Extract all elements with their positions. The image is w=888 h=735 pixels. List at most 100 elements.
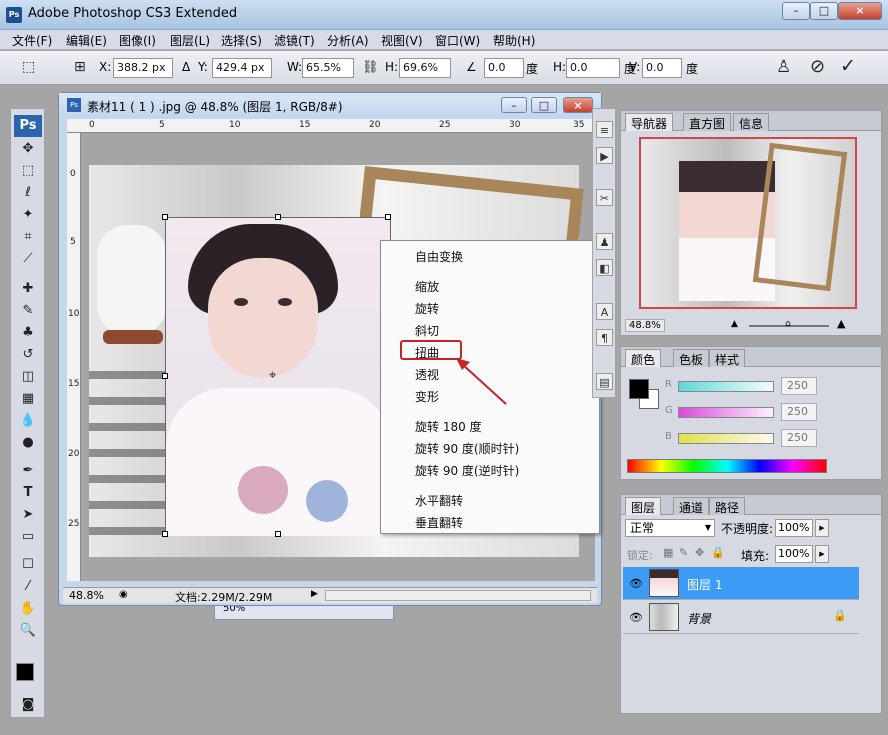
x-field[interactable]: 388.2 px	[113, 58, 173, 78]
lock-all-icon[interactable]: 🔒	[711, 546, 725, 559]
menu-item-rotate-90-cw[interactable]: 旋转 90 度(顺时针)	[415, 440, 519, 457]
reference-point-icon[interactable]: ⊞	[74, 59, 86, 75]
opacity-arrow-icon[interactable]: ▶	[815, 519, 829, 537]
dodge-tool-icon[interactable]: ●	[18, 433, 38, 453]
zoom-in-icon[interactable]: ▲	[837, 317, 845, 330]
g-value[interactable]: 250	[781, 403, 817, 421]
width-field[interactable]: 65.5%	[302, 58, 354, 78]
tab-channels[interactable]: 通道	[673, 497, 710, 515]
actions-panel-icon[interactable]: ▶	[596, 147, 613, 164]
menu-edit[interactable]: 编辑(E)	[66, 32, 107, 49]
menu-item-scale[interactable]: 缩放	[415, 278, 439, 295]
status-arrow-icon[interactable]: ▶	[311, 589, 318, 599]
vskew-field[interactable]: 0.0	[642, 58, 682, 78]
b-value[interactable]: 250	[781, 429, 817, 447]
transform-handle[interactable]	[275, 531, 281, 537]
layer-comps-icon[interactable]: ◧	[596, 259, 613, 276]
transform-handle[interactable]	[162, 373, 168, 379]
menu-item-rotate-90-ccw[interactable]: 旋转 90 度(逆时针)	[415, 462, 519, 479]
y-field[interactable]: 429.4 px	[212, 58, 272, 78]
height-field[interactable]: 69.6%	[399, 58, 451, 78]
transform-handle[interactable]	[162, 214, 168, 220]
menu-analysis[interactable]: 分析(A)	[327, 32, 369, 49]
transform-handle[interactable]	[385, 214, 391, 220]
menu-view[interactable]: 视图(V)	[381, 32, 423, 49]
slice-tool-icon[interactable]: ⟋	[18, 249, 38, 269]
brush-tool-icon[interactable]: ✎	[18, 301, 38, 321]
eye-icon[interactable]: 👁	[629, 611, 643, 624]
angle-field[interactable]: 0.0	[484, 58, 524, 78]
menu-item-skew[interactable]: 斜切	[415, 322, 439, 339]
eraser-tool-icon[interactable]: ◫	[18, 367, 38, 387]
quick-mask-icon[interactable]: ◙	[18, 695, 38, 715]
menu-layer[interactable]: 图层(L)	[170, 32, 210, 49]
eyedropper-tool-icon[interactable]: ⁄	[18, 577, 38, 597]
tab-swatches[interactable]: 色板	[673, 349, 710, 367]
brushes-panel-icon[interactable]: ≡	[596, 121, 613, 138]
menu-item-flip-horizontal[interactable]: 水平翻转	[415, 492, 463, 509]
doc-minimize-button[interactable]: –	[501, 97, 527, 113]
shape-tool-icon[interactable]: ▭	[18, 527, 38, 547]
status-menu-icon[interactable]: ◉	[119, 589, 128, 600]
clone-stamp-icon[interactable]: ♣	[18, 323, 38, 343]
character-panel-icon[interactable]: A	[596, 303, 613, 320]
menu-item-flip-vertical[interactable]: 垂直翻转	[415, 514, 463, 531]
layer-row[interactable]: 👁 背景 🔒	[623, 601, 859, 634]
color-spectrum-bar[interactable]	[627, 459, 827, 473]
vertical-ruler[interactable]: 0 5 10 15 20 25	[67, 133, 81, 581]
opacity-field[interactable]: 100%	[775, 519, 813, 537]
tab-layers[interactable]: 图层	[625, 497, 662, 515]
type-tool-icon[interactable]: T	[18, 483, 38, 503]
document-title-bar[interactable]: Ps 素材11 ( 1 ) .jpg @ 48.8% (图层 1, RGB/8#…	[59, 93, 601, 117]
lasso-tool-icon[interactable]: ℓ	[18, 183, 38, 203]
b-slider[interactable]	[678, 433, 774, 444]
lock-image-icon[interactable]: ✎	[679, 546, 688, 559]
layer-row-selected[interactable]: 👁 图层 1	[623, 567, 859, 600]
menu-item-perspective[interactable]: 透视	[415, 366, 439, 383]
clone-source-icon[interactable]: ♟	[596, 233, 613, 250]
navigator-zoom[interactable]: 48.8%	[625, 319, 665, 332]
lock-transparency-icon[interactable]: ▦	[663, 546, 673, 559]
horizontal-ruler[interactable]: 0 5 10 15 20 25 30 35	[67, 119, 595, 133]
link-icon[interactable]: ⛓	[362, 60, 379, 75]
menu-item-warp[interactable]: 变形	[415, 388, 439, 405]
foreground-color-swatch[interactable]	[16, 663, 34, 681]
menu-item-free-transform[interactable]: 自由变换	[415, 248, 463, 265]
layer-name[interactable]: 背景	[687, 610, 711, 627]
eye-icon[interactable]: 👁	[629, 577, 643, 590]
info-panel-icon[interactable]: ▤	[596, 373, 613, 390]
menu-file[interactable]: 文件(F)	[12, 32, 52, 49]
menu-help[interactable]: 帮助(H)	[493, 32, 535, 49]
pen-tool-icon[interactable]: ✒	[18, 461, 38, 481]
menu-item-rotate[interactable]: 旋转	[415, 300, 439, 317]
tab-info[interactable]: 信息	[733, 113, 770, 131]
healing-brush-icon[interactable]: ✚	[18, 279, 38, 299]
fill-arrow-icon[interactable]: ▶	[815, 545, 829, 563]
hskew-field[interactable]: 0.0	[566, 58, 620, 78]
horizontal-scrollbar[interactable]	[325, 590, 591, 601]
path-select-icon[interactable]: ➤	[18, 505, 38, 525]
tab-histogram[interactable]: 直方图	[683, 113, 732, 131]
cancel-transform-icon[interactable]: ⊘	[810, 56, 825, 77]
r-slider[interactable]	[678, 381, 774, 392]
tab-color[interactable]: 颜色	[625, 349, 662, 367]
move-tool-icon[interactable]: ✥	[18, 139, 38, 159]
zoom-out-icon[interactable]: ▲	[731, 319, 738, 329]
g-slider[interactable]	[678, 407, 774, 418]
transform-handle[interactable]	[275, 214, 281, 220]
crop-tool-icon[interactable]: ⌗	[18, 227, 38, 247]
menu-image[interactable]: 图像(I)	[119, 32, 156, 49]
menu-select[interactable]: 选择(S)	[221, 32, 262, 49]
menu-filter[interactable]: 滤镜(T)	[274, 32, 315, 49]
r-value[interactable]: 250	[781, 377, 817, 395]
fill-field[interactable]: 100%	[775, 545, 813, 563]
foreground-color-box[interactable]	[629, 379, 649, 399]
tab-paths[interactable]: 路径	[709, 497, 746, 515]
doc-maximize-button[interactable]: □	[531, 97, 557, 113]
maximize-button[interactable]: □	[810, 2, 838, 20]
zoom-tool-icon[interactable]: 🔍	[18, 621, 38, 641]
lock-position-icon[interactable]: ✥	[695, 546, 704, 559]
close-button[interactable]: ×	[838, 2, 882, 20]
minimize-button[interactable]: –	[782, 2, 810, 20]
notes-tool-icon[interactable]: ☐	[18, 555, 38, 575]
